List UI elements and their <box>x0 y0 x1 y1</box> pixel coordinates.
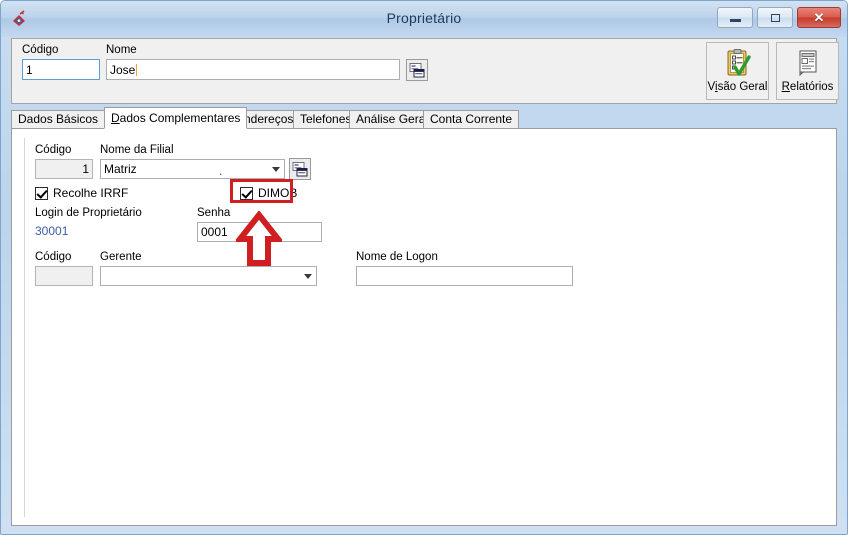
relatorios-label: Relatórios <box>781 81 834 93</box>
filial-picker-button[interactable] <box>289 158 311 180</box>
gerente-combo[interactable] <box>100 266 317 286</box>
dimob-label: DIMOB <box>258 186 298 200</box>
gerente-codigo-label: Código <box>35 251 72 263</box>
clipboard-check-icon <box>727 49 751 76</box>
gerente-codigo-input[interactable] <box>35 266 93 286</box>
tab-page-dados-complementares: Código Nome da Filial Matriz . <box>11 128 837 526</box>
chevron-down-icon <box>304 274 312 279</box>
tab-dados-basicos[interactable]: Dados Básicos <box>11 110 106 128</box>
text-caret <box>136 64 137 76</box>
tab-conta-corrente[interactable]: Conta Corrente <box>423 110 520 128</box>
dimob-checkbox[interactable]: DIMOB <box>240 186 297 200</box>
logon-label: Nome de Logon <box>356 251 438 263</box>
form-picker-icon <box>292 161 308 176</box>
header-nome-label: Nome <box>106 44 137 56</box>
senha-label: Senha <box>197 207 231 219</box>
visao-geral-button[interactable]: Visão Geral <box>706 42 769 100</box>
close-icon: ✕ <box>813 10 825 25</box>
chevron-down-icon <box>272 167 280 172</box>
filial-codigo-input[interactable] <box>35 159 93 179</box>
login-label: Login de Proprietário <box>35 207 142 219</box>
recolhe-irrf-label: Recolhe IRRF <box>53 186 129 200</box>
header-nome-input[interactable] <box>106 59 400 80</box>
minimize-button[interactable] <box>717 7 753 28</box>
logon-input[interactable] <box>356 266 573 286</box>
checkbox-box-icon <box>240 186 253 200</box>
minimize-icon <box>729 19 741 22</box>
relatorios-button[interactable]: Relatórios <box>776 42 839 100</box>
senha-input[interactable] <box>197 222 322 242</box>
checkbox-box-icon <box>35 186 48 200</box>
header-codigo-input[interactable] <box>22 59 100 80</box>
tab-dados-complementares[interactable]: Dados Complementares <box>104 107 248 129</box>
form-inner-frame: Código Nome da Filial Matriz . <box>24 138 826 517</box>
visao-geral-label: Visão Geral <box>707 81 768 93</box>
window-controls: ✕ <box>717 7 841 28</box>
proprietario-window: Proprietário ✕ Código Nome <box>0 0 848 535</box>
recolhe-irrf-checkbox[interactable]: Recolhe IRRF <box>35 186 128 200</box>
tab-strip: Dados Básicos Dados Complementares Ender… <box>11 107 837 129</box>
filial-nome-combo[interactable]: Matriz . <box>100 159 285 179</box>
close-button[interactable]: ✕ <box>797 7 841 28</box>
form-picker-icon <box>409 62 425 77</box>
title-bar[interactable]: Proprietário ✕ <box>1 1 847 37</box>
gerente-label: Gerente <box>100 251 142 263</box>
filial-nome-value: Matriz <box>104 162 137 176</box>
header-codigo-label: Código <box>22 44 59 56</box>
maximize-icon <box>770 13 780 22</box>
filial-nome-trailing-mark: . <box>219 164 223 178</box>
filial-nome-label: Nome da Filial <box>100 144 174 156</box>
filial-codigo-label: Código <box>35 144 72 156</box>
maximize-button[interactable] <box>757 7 793 28</box>
client-area: Código Nome <box>8 37 842 529</box>
report-document-icon <box>799 50 816 77</box>
record-header-panel: Código Nome <box>11 38 839 104</box>
header-nome-picker-button[interactable] <box>406 59 428 81</box>
login-value: 30001 <box>35 224 69 238</box>
